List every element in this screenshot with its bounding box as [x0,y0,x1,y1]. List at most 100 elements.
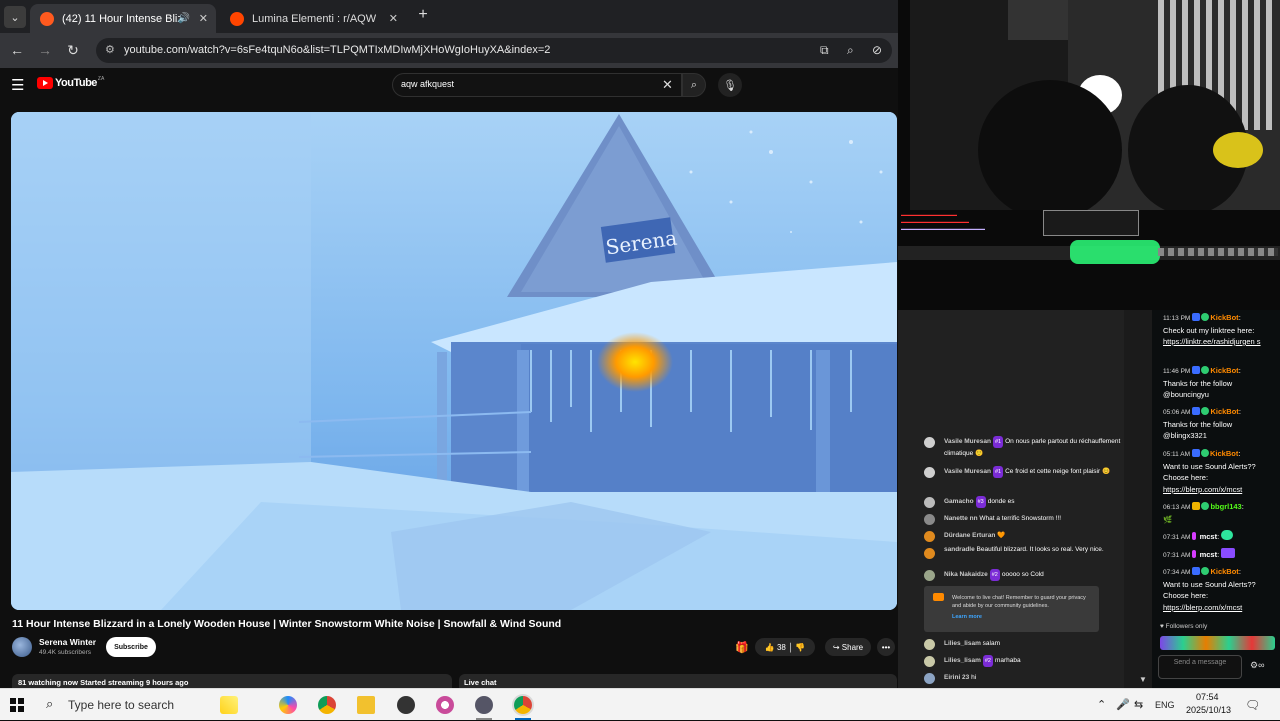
subscribe-button[interactable]: Subscribe [106,637,156,657]
search-placeholder: Type here to search [68,698,175,712]
kick-message: 05:06 AM KickBot: Thanks for the follow @… [1163,407,1241,440]
verified-badge-icon [1201,313,1210,321]
search-icon[interactable]: ⌕ [682,73,706,97]
kick-message: 06:13 AM bbgrl143: 🌿 [1163,502,1244,524]
channel-avatar[interactable] [12,637,32,657]
linktree-link[interactable]: https://linktr.ee/rashidjurgen s [1163,337,1261,346]
live-chat-header[interactable]: Live chat [459,674,897,688]
copilot-app-icon[interactable] [279,696,297,714]
avatar[interactable] [924,548,935,559]
file-explorer-icon[interactable] [357,696,375,714]
clock-date[interactable]: 2025/10/13 [1186,705,1231,715]
install-app-icon[interactable]: ⧉ [820,43,829,58]
verified-badge-icon [1201,407,1210,415]
avatar[interactable] [924,514,935,525]
emote-icon [1221,530,1234,540]
avatar[interactable] [924,437,935,448]
video-frame-image: Serena [11,112,897,610]
app-icon[interactable] [475,696,493,714]
learn-more-link[interactable]: Learn more [952,613,1093,621]
app-icon[interactable] [436,696,454,714]
obs-icon[interactable] [397,696,415,714]
site-info-icon[interactable]: ⚙ [105,43,115,56]
avatar[interactable] [924,656,935,667]
chat-scrollbar[interactable] [1124,310,1152,688]
send-message-input[interactable]: Send a message [1158,655,1242,679]
youtube-logo[interactable]: YouTube ZA [37,76,104,89]
tab-search-icon[interactable]: ⌄ [4,6,26,28]
avatar[interactable] [924,497,935,508]
network-icon[interactable]: ⇆ [1134,698,1143,711]
copilot-sparkle-icon[interactable] [220,696,238,714]
taskbar-search[interactable]: ⌕ Type here to search [36,689,206,721]
game-log-line: ▬▬▬▬▬▬▬▬▬▬▬▬▬▬▬▬▬▬▬▬▬ [901,226,985,231]
mod-badge-icon [1192,366,1201,374]
thumbs-up-icon[interactable]: 👍 [765,643,775,652]
chat-message: Vasile Muresan #1 Ce froid et cette neige … [944,466,1124,478]
verified-badge-icon [1201,502,1210,510]
reload-icon[interactable]: ↻ [64,42,82,59]
zoom-icon[interactable]: ⌕ [847,43,854,58]
speaker-icon[interactable]: 🔊 [178,13,190,24]
like-dislike-button[interactable]: 👍 38 │ 👎 [755,638,815,656]
microphone-icon[interactable]: 🎙 [718,73,742,97]
webcam-image [898,0,1280,210]
reddit-favicon-icon [230,11,244,26]
game-log-line: ▬▬▬▬▬▬▬▬▬▬▬▬▬▬▬▬▬ [901,219,969,224]
menu-icon[interactable]: ☰ [11,76,24,94]
youtube-play-icon [37,77,53,89]
scroll-down-icon[interactable]: ▼ [1139,675,1147,684]
chat-message: Dürdane Erturan 🧡 [944,532,1006,539]
more-actions-button[interactable]: ••• [877,638,895,656]
chat-message: Lilies_lisam #2 marhaba [944,655,1124,667]
chat-welcome-notice: Welcome to live chat! Remember to guard … [924,586,1099,632]
language-indicator[interactable]: ENG [1155,700,1175,710]
avatar[interactable] [924,673,935,684]
new-tab-button[interactable]: + [414,6,432,26]
chat-settings-icon[interactable]: ⚙∞ [1250,660,1264,671]
windows-taskbar: ⌕ Type here to search ⌃ 🎤 ⇆ ENG 07:54 20… [0,688,1280,720]
emote-quickbar[interactable] [1160,636,1275,650]
address-bar[interactable]: ⚙ youtube.com/watch?v=6sFe4tquN6o&list=T… [96,38,892,63]
notice-text: Welcome to live chat! Remember to guard … [952,595,1086,609]
clear-search-icon[interactable]: ✕ [662,77,673,93]
search-input[interactable]: aqw afkquest [392,73,682,97]
search-icon: ⌕ [46,696,54,711]
blerp-link[interactable]: https://blerp.com/x/mcst [1163,485,1242,494]
tab-title: (42) 11 Hour Intense Blizza [62,12,180,25]
kick-message: 07:34 AM KickBot: Want to use Sound Alert… [1163,567,1256,612]
video-player[interactable]: Serena [11,112,897,610]
chrome-icon[interactable] [318,696,336,714]
chevron-up-icon[interactable]: ⌃ [1097,698,1106,711]
chat-message: sandradle Beautiful blizzard. It looks s… [944,546,1104,553]
description-stats[interactable]: 81 watching now Started streaming 9 hour… [12,674,452,688]
avatar[interactable] [924,531,935,542]
chat-message: Nanette nn What a terrific Snowstorm !!! [944,515,1062,522]
youtube-favicon-icon [40,11,54,26]
forward-icon[interactable]: → [36,42,54,58]
close-tab-icon[interactable]: ✕ [199,12,208,25]
microphone-icon[interactable]: 🎤 [1116,698,1130,711]
chrome-active-icon[interactable] [514,696,532,714]
gift-icon[interactable]: 🎁 [732,638,752,656]
sub-badge-icon [1192,550,1197,558]
blerp-link[interactable]: https://blerp.com/x/mcst [1163,603,1242,612]
clock-time[interactable]: 07:54 [1196,692,1219,702]
windows-start-icon[interactable] [10,698,24,712]
notifications-icon[interactable]: 🗨 [1245,698,1260,712]
tab-youtube[interactable]: (42) 11 Hour Intense Blizza 🔊 ✕ [30,4,216,33]
thumbs-down-icon[interactable]: 👎 [795,643,805,652]
tab-reddit[interactable]: Lumina Elementi : r/AQW ✕ [220,4,406,33]
avatar[interactable] [924,570,935,581]
search-query: aqw afkquest [401,79,455,89]
share-label: Share [841,642,864,652]
tracking-blocked-icon[interactable]: ⊘ [872,43,882,57]
share-button[interactable]: ↪ Share [825,638,871,656]
game-ability-bar [1070,240,1160,264]
back-icon[interactable]: ← [8,42,26,58]
close-tab-icon[interactable]: ✕ [389,12,398,25]
avatar[interactable] [924,467,935,478]
channel-name[interactable]: Serena Winter [39,637,96,647]
share-icon: ↪ [832,642,840,652]
avatar[interactable] [924,639,935,650]
